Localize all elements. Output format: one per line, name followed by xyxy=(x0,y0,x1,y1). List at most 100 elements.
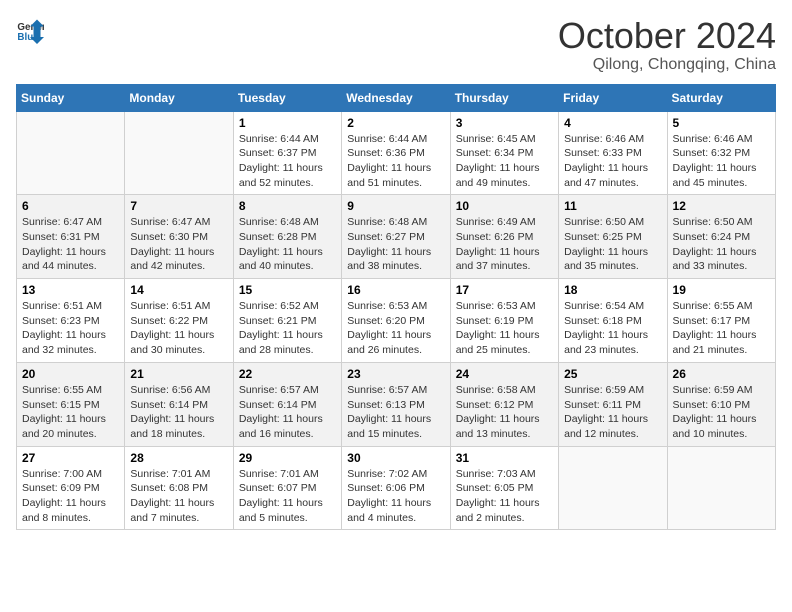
day-number: 31 xyxy=(456,451,553,465)
day-number: 27 xyxy=(22,451,119,465)
header-saturday: Saturday xyxy=(667,84,775,111)
day-number: 5 xyxy=(673,116,770,130)
day-info: Sunrise: 6:47 AMSunset: 6:30 PMDaylight:… xyxy=(130,215,227,274)
calendar-cell: 19 Sunrise: 6:55 AMSunset: 6:17 PMDayligh… xyxy=(667,279,775,363)
day-number: 6 xyxy=(22,199,119,213)
day-number: 10 xyxy=(456,199,553,213)
day-number: 3 xyxy=(456,116,553,130)
calendar-cell: 25 Sunrise: 6:59 AMSunset: 6:11 PMDayligh… xyxy=(559,362,667,446)
day-info: Sunrise: 6:51 AMSunset: 6:23 PMDaylight:… xyxy=(22,299,119,358)
day-info: Sunrise: 7:00 AMSunset: 6:09 PMDaylight:… xyxy=(22,467,119,526)
day-number: 2 xyxy=(347,116,444,130)
day-info: Sunrise: 6:45 AMSunset: 6:34 PMDaylight:… xyxy=(456,132,553,191)
day-number: 28 xyxy=(130,451,227,465)
day-number: 18 xyxy=(564,283,661,297)
calendar-cell: 27 Sunrise: 7:00 AMSunset: 6:09 PMDayligh… xyxy=(17,446,125,530)
day-info: Sunrise: 6:46 AMSunset: 6:33 PMDaylight:… xyxy=(564,132,661,191)
day-info: Sunrise: 6:55 AMSunset: 6:17 PMDaylight:… xyxy=(673,299,770,358)
day-info: Sunrise: 6:59 AMSunset: 6:11 PMDaylight:… xyxy=(564,383,661,442)
calendar-cell xyxy=(667,446,775,530)
calendar-cell: 3 Sunrise: 6:45 AMSunset: 6:34 PMDaylight… xyxy=(450,111,558,195)
header-thursday: Thursday xyxy=(450,84,558,111)
calendar-cell: 2 Sunrise: 6:44 AMSunset: 6:36 PMDaylight… xyxy=(342,111,450,195)
location-title: Qilong, Chongqing, China xyxy=(558,56,776,74)
calendar-cell xyxy=(17,111,125,195)
calendar-cell: 21 Sunrise: 6:56 AMSunset: 6:14 PMDayligh… xyxy=(125,362,233,446)
calendar-cell: 31 Sunrise: 7:03 AMSunset: 6:05 PMDayligh… xyxy=(450,446,558,530)
day-info: Sunrise: 6:50 AMSunset: 6:24 PMDaylight:… xyxy=(673,215,770,274)
calendar-cell: 18 Sunrise: 6:54 AMSunset: 6:18 PMDayligh… xyxy=(559,279,667,363)
calendar-cell: 26Sunrise: 6:59 AMSunset: 6:10 PMDayligh… xyxy=(667,362,775,446)
day-number: 21 xyxy=(130,367,227,381)
day-info: Sunrise: 6:48 AMSunset: 6:28 PMDaylight:… xyxy=(239,215,336,274)
calendar-header-row: Sunday Monday Tuesday Wednesday Thursday… xyxy=(17,84,776,111)
header-friday: Friday xyxy=(559,84,667,111)
day-number: 29 xyxy=(239,451,336,465)
day-number: 24 xyxy=(456,367,553,381)
calendar-cell: 10 Sunrise: 6:49 AMSunset: 6:26 PMDayligh… xyxy=(450,195,558,279)
page-header: General Blue October 2024 Qilong, Chongq… xyxy=(16,16,776,74)
day-number: 11 xyxy=(564,199,661,213)
header-monday: Monday xyxy=(125,84,233,111)
calendar-cell: 5 Sunrise: 6:46 AMSunset: 6:32 PMDaylight… xyxy=(667,111,775,195)
calendar-cell: 7 Sunrise: 6:47 AMSunset: 6:30 PMDaylight… xyxy=(125,195,233,279)
day-number: 4 xyxy=(564,116,661,130)
day-number: 17 xyxy=(456,283,553,297)
day-info: Sunrise: 7:02 AMSunset: 6:06 PMDaylight:… xyxy=(347,467,444,526)
title-block: October 2024 Qilong, Chongqing, China xyxy=(558,16,776,74)
day-info: Sunrise: 6:44 AMSunset: 6:36 PMDaylight:… xyxy=(347,132,444,191)
day-info: Sunrise: 7:03 AMSunset: 6:05 PMDaylight:… xyxy=(456,467,553,526)
calendar-cell: 6 Sunrise: 6:47 AMSunset: 6:31 PMDaylight… xyxy=(17,195,125,279)
day-info: Sunrise: 6:53 AMSunset: 6:19 PMDaylight:… xyxy=(456,299,553,358)
calendar-cell: 11 Sunrise: 6:50 AMSunset: 6:25 PMDayligh… xyxy=(559,195,667,279)
day-info: Sunrise: 6:49 AMSunset: 6:26 PMDaylight:… xyxy=(456,215,553,274)
day-number: 25 xyxy=(564,367,661,381)
day-info: Sunrise: 6:56 AMSunset: 6:14 PMDaylight:… xyxy=(130,383,227,442)
day-number: 16 xyxy=(347,283,444,297)
day-number: 8 xyxy=(239,199,336,213)
calendar-cell: 9 Sunrise: 6:48 AMSunset: 6:27 PMDaylight… xyxy=(342,195,450,279)
calendar-cell: 12 Sunrise: 6:50 AMSunset: 6:24 PMDayligh… xyxy=(667,195,775,279)
calendar-cell: 16 Sunrise: 6:53 AMSunset: 6:20 PMDayligh… xyxy=(342,279,450,363)
calendar-week-2: 6 Sunrise: 6:47 AMSunset: 6:31 PMDaylight… xyxy=(17,195,776,279)
day-info: Sunrise: 6:47 AMSunset: 6:31 PMDaylight:… xyxy=(22,215,119,274)
day-info: Sunrise: 6:59 AMSunset: 6:10 PMDaylight:… xyxy=(673,383,770,442)
day-number: 19 xyxy=(673,283,770,297)
calendar-cell xyxy=(559,446,667,530)
day-info: Sunrise: 6:53 AMSunset: 6:20 PMDaylight:… xyxy=(347,299,444,358)
day-number: 15 xyxy=(239,283,336,297)
day-number: 9 xyxy=(347,199,444,213)
calendar-week-1: 1 Sunrise: 6:44 AMSunset: 6:37 PMDaylight… xyxy=(17,111,776,195)
calendar-cell: 28 Sunrise: 7:01 AMSunset: 6:08 PMDayligh… xyxy=(125,446,233,530)
calendar-week-3: 13 Sunrise: 6:51 AMSunset: 6:23 PMDayligh… xyxy=(17,279,776,363)
calendar-cell: 30 Sunrise: 7:02 AMSunset: 6:06 PMDayligh… xyxy=(342,446,450,530)
day-info: Sunrise: 7:01 AMSunset: 6:07 PMDaylight:… xyxy=(239,467,336,526)
day-info: Sunrise: 6:48 AMSunset: 6:27 PMDaylight:… xyxy=(347,215,444,274)
day-number: 13 xyxy=(22,283,119,297)
day-info: Sunrise: 6:58 AMSunset: 6:12 PMDaylight:… xyxy=(456,383,553,442)
calendar-cell: 24 Sunrise: 6:58 AMSunset: 6:12 PMDayligh… xyxy=(450,362,558,446)
calendar-cell: 22Sunrise: 6:57 AMSunset: 6:14 PMDayligh… xyxy=(233,362,341,446)
calendar-cell: 23 Sunrise: 6:57 AMSunset: 6:13 PMDayligh… xyxy=(342,362,450,446)
day-number: 23 xyxy=(347,367,444,381)
calendar-cell: 15Sunrise: 6:52 AMSunset: 6:21 PMDayligh… xyxy=(233,279,341,363)
day-number: 14 xyxy=(130,283,227,297)
day-info: Sunrise: 6:57 AMSunset: 6:13 PMDaylight:… xyxy=(347,383,444,442)
calendar-cell: 1 Sunrise: 6:44 AMSunset: 6:37 PMDaylight… xyxy=(233,111,341,195)
logo: General Blue xyxy=(16,16,44,44)
calendar-cell: 29 Sunrise: 7:01 AMSunset: 6:07 PMDayligh… xyxy=(233,446,341,530)
day-number: 30 xyxy=(347,451,444,465)
day-info: Sunrise: 6:50 AMSunset: 6:25 PMDaylight:… xyxy=(564,215,661,274)
logo-icon: General Blue xyxy=(16,16,44,44)
calendar-week-5: 27 Sunrise: 7:00 AMSunset: 6:09 PMDayligh… xyxy=(17,446,776,530)
header-tuesday: Tuesday xyxy=(233,84,341,111)
calendar-cell xyxy=(125,111,233,195)
day-info: Sunrise: 7:01 AMSunset: 6:08 PMDaylight:… xyxy=(130,467,227,526)
day-number: 1 xyxy=(239,116,336,130)
day-info: Sunrise: 6:54 AMSunset: 6:18 PMDaylight:… xyxy=(564,299,661,358)
day-info: Sunrise: 6:44 AMSunset: 6:37 PMDaylight:… xyxy=(239,132,336,191)
day-info: Sunrise: 6:46 AMSunset: 6:32 PMDaylight:… xyxy=(673,132,770,191)
day-number: 7 xyxy=(130,199,227,213)
day-info: Sunrise: 6:55 AMSunset: 6:15 PMDaylight:… xyxy=(22,383,119,442)
day-number: 12 xyxy=(673,199,770,213)
